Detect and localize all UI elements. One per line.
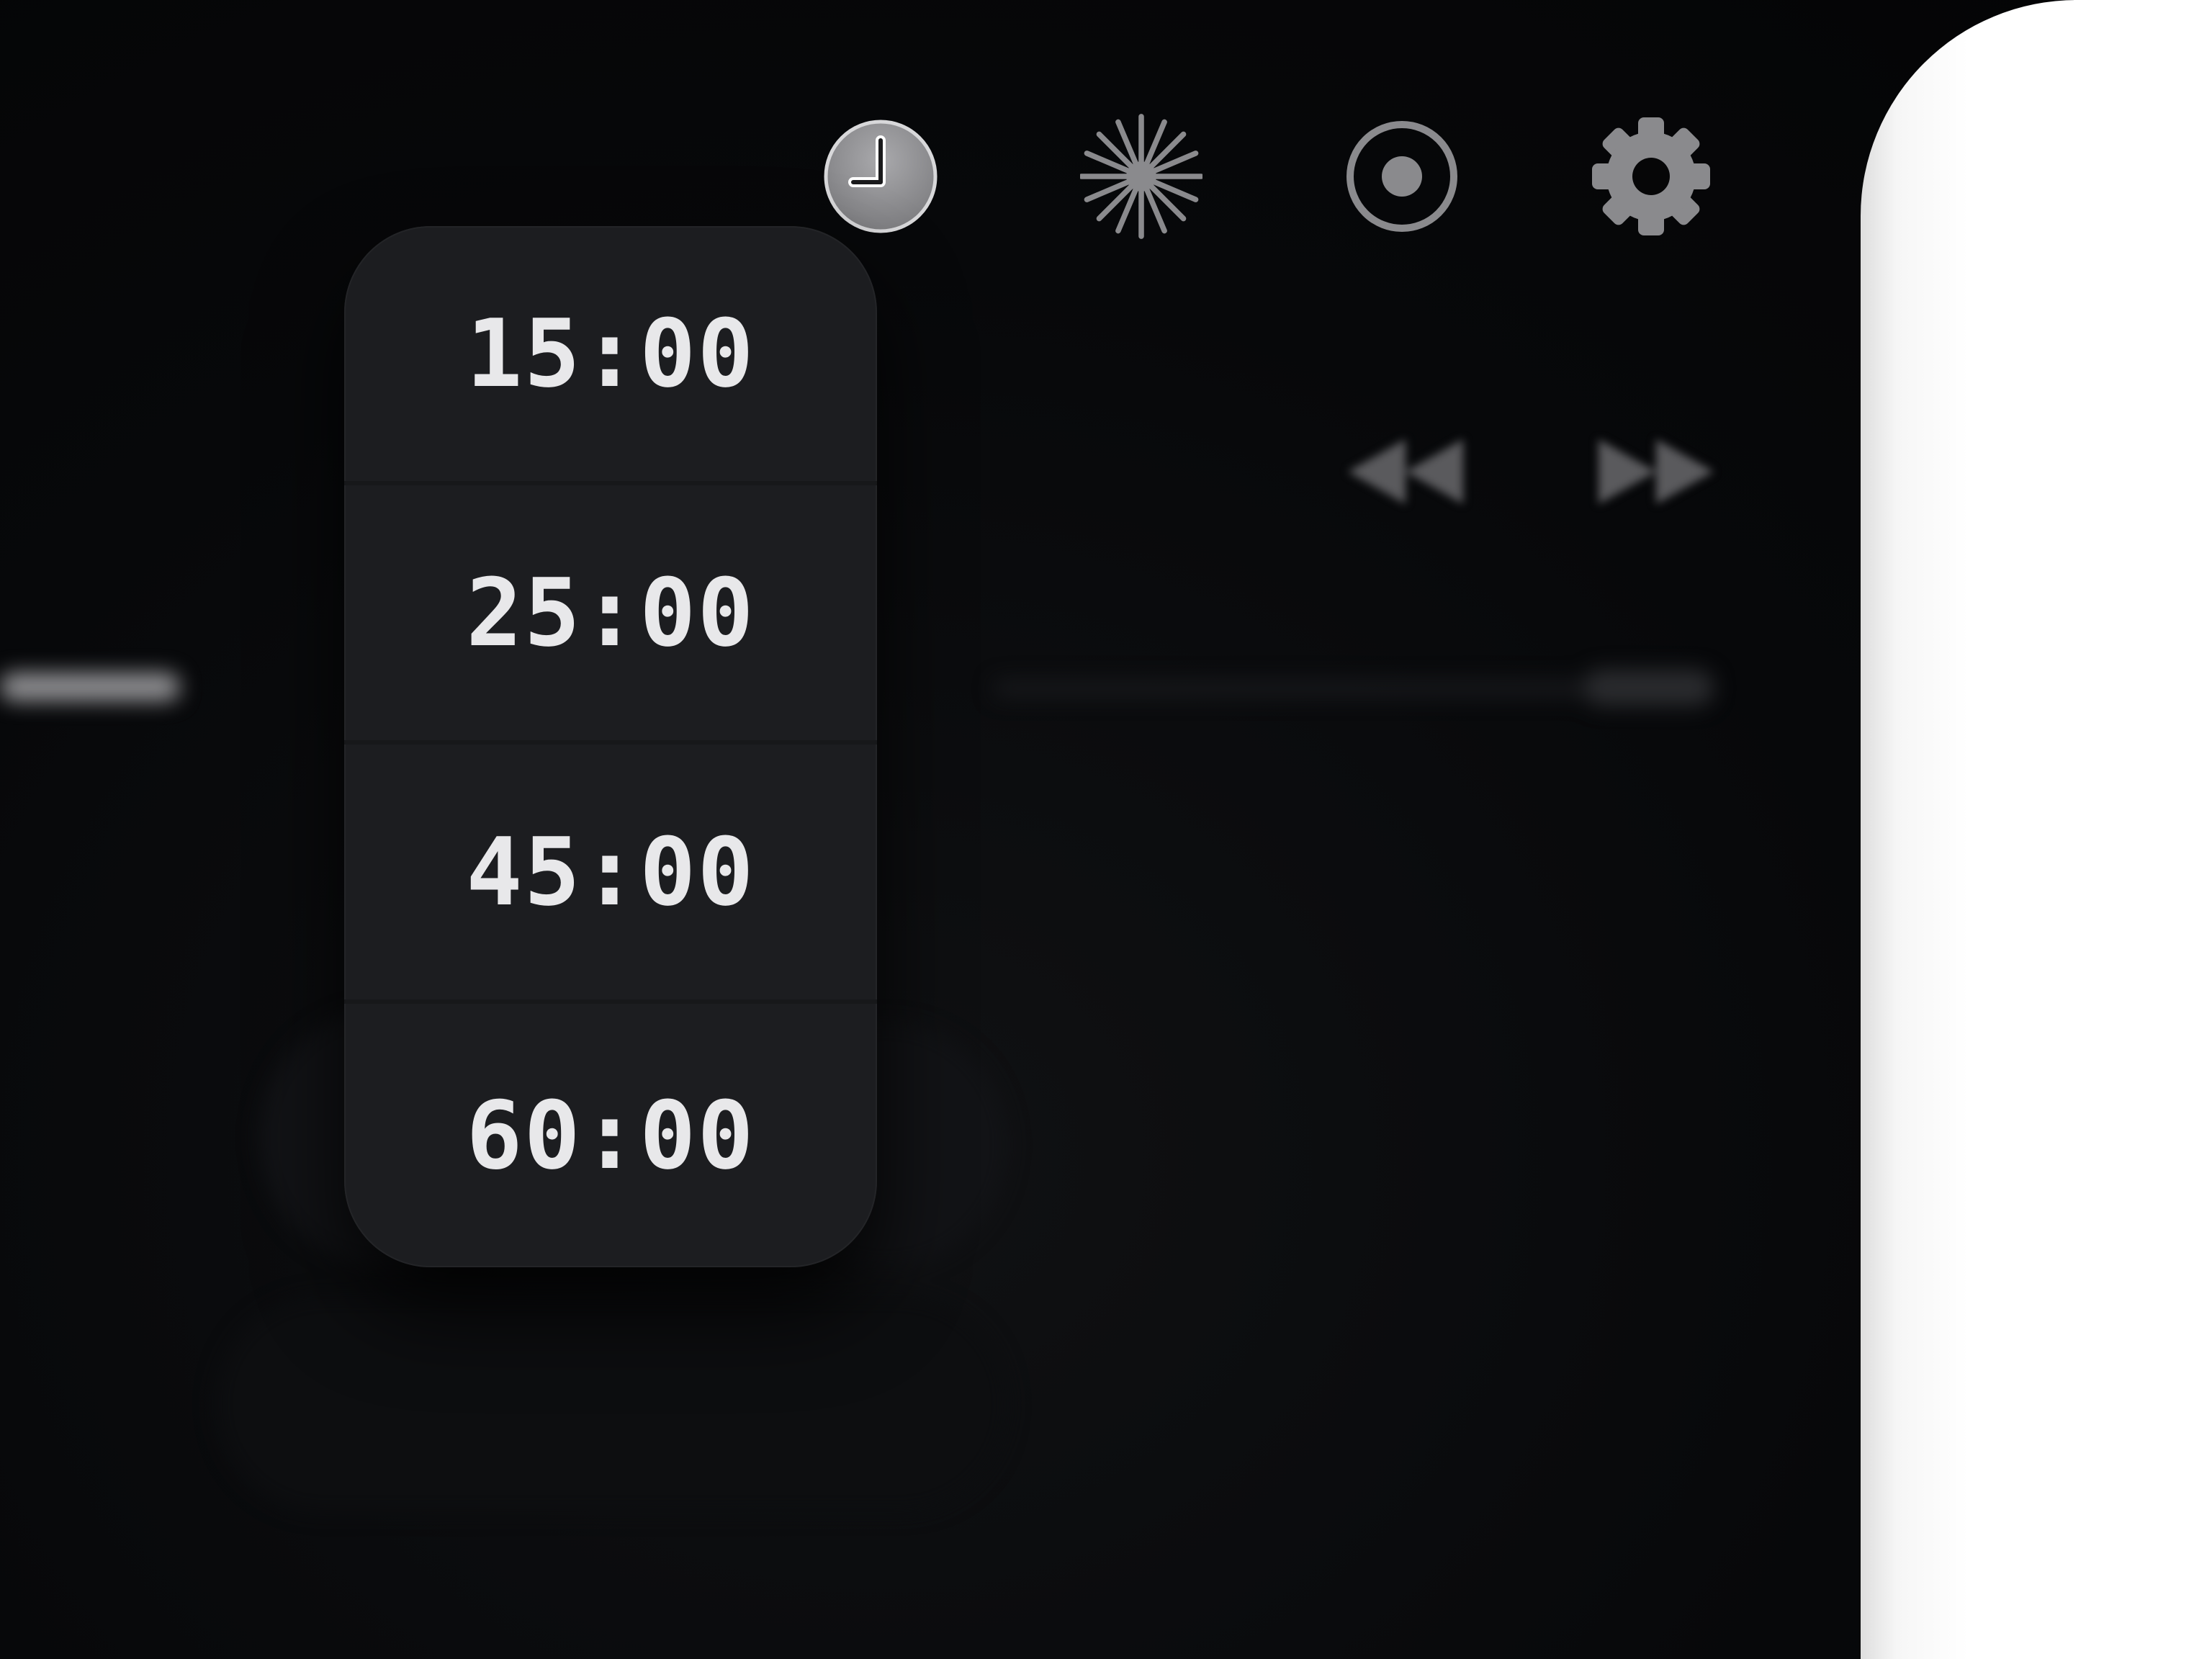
timer-button[interactable] xyxy=(819,115,942,238)
background-control-circle xyxy=(216,1296,1008,1512)
timer-duration-menu: 15:00 25:00 45:00 60:00 xyxy=(344,226,877,1267)
duration-option-15[interactable]: 15:00 xyxy=(344,226,877,485)
side-panel xyxy=(1861,0,2212,1659)
focus-button[interactable] xyxy=(1341,115,1463,238)
gear-icon xyxy=(1592,117,1710,235)
clock-icon xyxy=(824,120,938,233)
duration-option-label: 25:00 xyxy=(466,558,755,667)
fast-forward-icon xyxy=(1599,439,1714,504)
rewind-icon xyxy=(1348,439,1463,504)
duration-option-45[interactable]: 45:00 xyxy=(344,745,877,1004)
target-icon xyxy=(1346,121,1457,232)
progress-bar-fill xyxy=(0,673,180,701)
duration-option-label: 60:00 xyxy=(466,1081,755,1190)
ambient-sound-button[interactable] xyxy=(1080,114,1202,239)
starburst-icon xyxy=(1080,114,1202,239)
rewind-button[interactable] xyxy=(1341,432,1470,511)
app-stage: 15:00 25:00 45:00 60:00 xyxy=(0,0,2212,1659)
side-panel-top-edge xyxy=(2074,0,2212,29)
settings-button[interactable] xyxy=(1590,115,1712,238)
duration-option-60[interactable]: 60:00 xyxy=(344,1004,877,1267)
duration-option-25[interactable]: 25:00 xyxy=(344,485,877,745)
duration-option-label: 45:00 xyxy=(466,817,755,927)
fast-forward-button[interactable] xyxy=(1591,432,1721,511)
time-remaining-pill xyxy=(1584,670,1714,706)
duration-option-label: 15:00 xyxy=(466,299,755,408)
